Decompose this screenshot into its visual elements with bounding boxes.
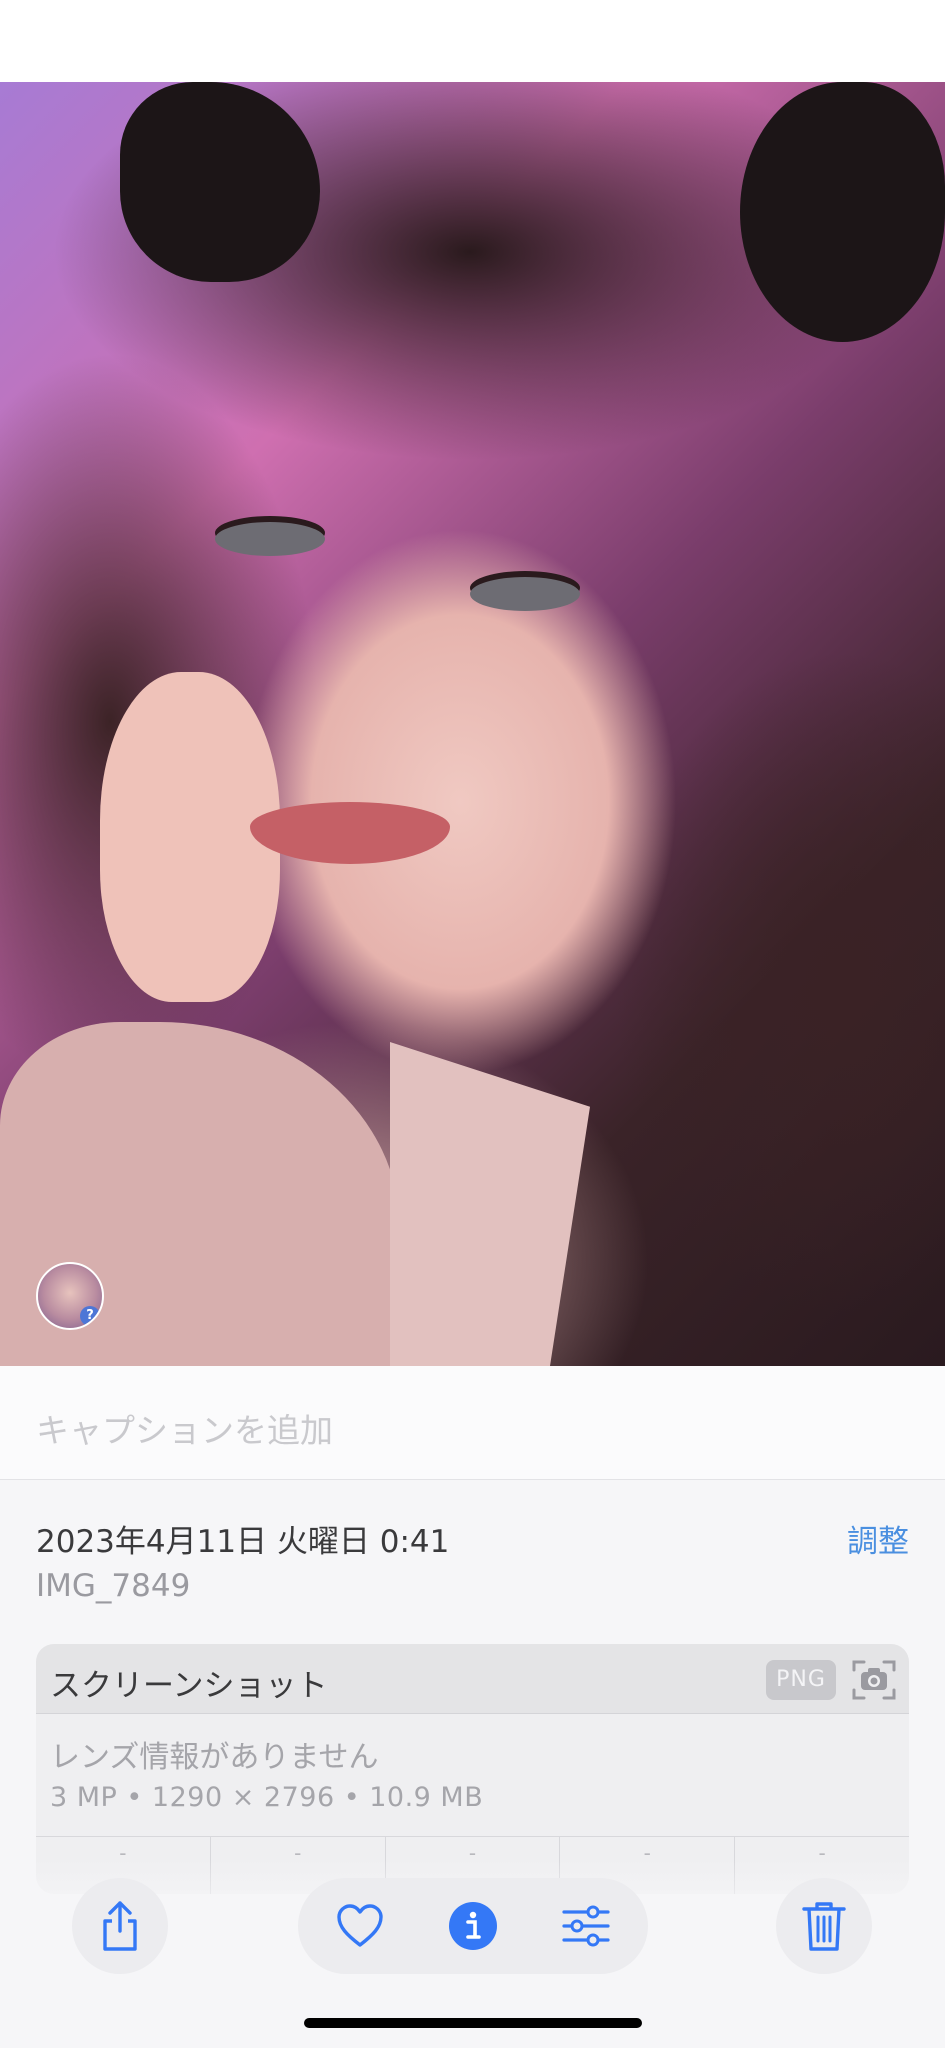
photo-detail xyxy=(390,1042,590,1366)
top-bar xyxy=(0,0,945,82)
photo-viewer[interactable] xyxy=(0,82,945,1366)
format-badge: PNG xyxy=(766,1660,836,1700)
adjust-button[interactable]: 調整 xyxy=(847,1516,909,1561)
edit-button[interactable] xyxy=(554,1894,618,1958)
photo-datetime: 2023年4月11日 火曜日 0:41 xyxy=(36,1524,450,1560)
caption-field[interactable]: キャプションを追加 xyxy=(0,1366,945,1480)
image-specs: 3 MP • 1290 × 2796 • 10.9 MB xyxy=(50,1782,484,1813)
favorite-button[interactable] xyxy=(328,1894,392,1958)
photo-detail xyxy=(120,82,320,282)
heart-icon xyxy=(337,1904,383,1947)
trash-icon xyxy=(802,1902,846,1951)
metadata-card-title: スクリーンショット xyxy=(50,1668,328,1704)
photo-detail xyxy=(470,577,580,611)
share-button[interactable] xyxy=(72,1878,168,1974)
photo-filename: IMG_7849 xyxy=(36,1568,191,1604)
info-icon xyxy=(449,1902,497,1950)
share-icon xyxy=(103,1901,137,1951)
delete-button[interactable] xyxy=(776,1878,872,1974)
photo-detail xyxy=(215,522,325,556)
sliders-icon xyxy=(562,1905,610,1947)
photo-detail xyxy=(740,82,945,342)
caption-placeholder: キャプションを追加 xyxy=(36,1411,333,1450)
info-button[interactable] xyxy=(441,1894,505,1958)
action-pill xyxy=(298,1878,648,1974)
photo-detail xyxy=(250,802,450,864)
metadata-card-header: スクリーンショット PNG xyxy=(36,1644,909,1714)
metadata-card: スクリーンショット PNG レンズ情報がありません 3 MP • 1290 × … xyxy=(36,1644,909,1894)
visual-lookup-badge[interactable]: ? xyxy=(36,1262,104,1330)
screenshot-camera-icon xyxy=(852,1660,896,1700)
lens-info: レンズ情報がありません xyxy=(50,1740,379,1775)
visual-lookup-icon: ? xyxy=(80,1306,100,1326)
home-indicator[interactable] xyxy=(304,2018,642,2028)
